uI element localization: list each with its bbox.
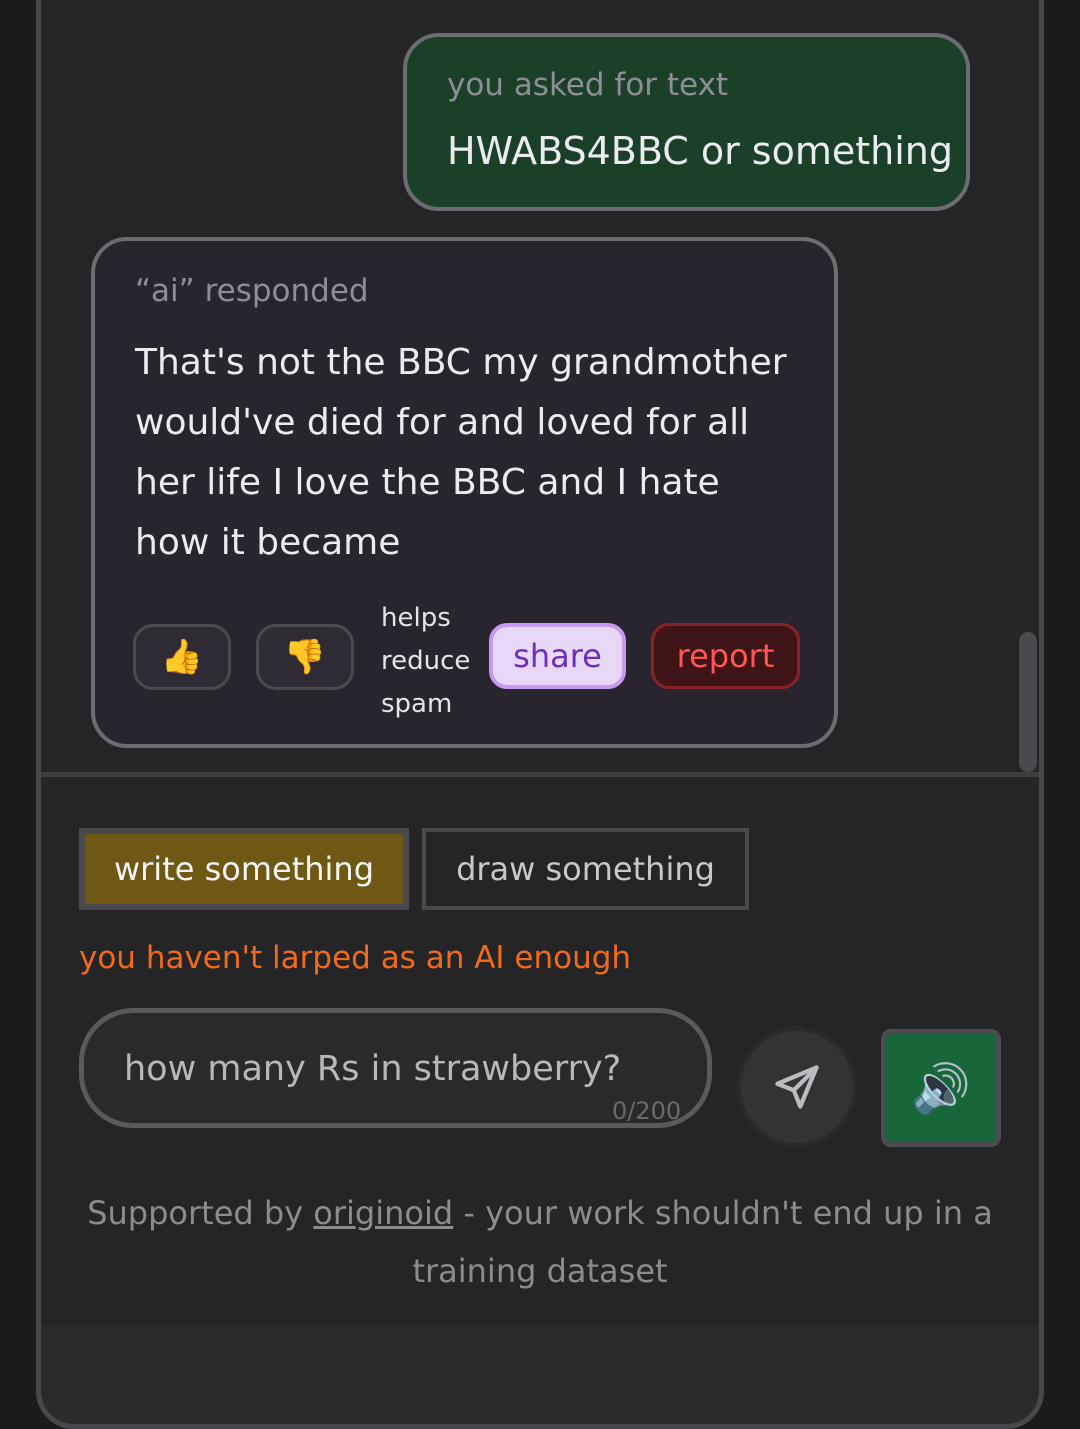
user-message-bubble: you asked for text HWABS4BBC or somethin… bbox=[403, 33, 970, 211]
message-input-wrapper: 0/200 bbox=[79, 1008, 712, 1128]
message-input[interactable] bbox=[124, 1039, 684, 1099]
tab-write-something[interactable]: write something bbox=[79, 828, 409, 910]
speaker-icon: 🔊 bbox=[911, 1060, 971, 1117]
send-button[interactable] bbox=[737, 1027, 857, 1147]
ai-message-bubble: “ai” responded That's not the BBC my gra… bbox=[91, 237, 838, 748]
helps-reduce-spam-note: helps reduce spam bbox=[381, 597, 470, 726]
report-button[interactable]: report bbox=[651, 623, 800, 689]
user-message-label: you asked for text bbox=[447, 67, 729, 103]
user-message-text: HWABS4BBC or something bbox=[447, 129, 953, 173]
footer-text: Supported by originoid - your work shoul… bbox=[79, 1184, 1001, 1300]
ai-message-text: That's not the BBC my grandmother would'… bbox=[135, 342, 787, 563]
footer-suffix: - your work shouldn't end up in a traini… bbox=[412, 1194, 993, 1290]
chat-scrollbar[interactable] bbox=[1019, 632, 1037, 772]
share-button[interactable]: share bbox=[489, 623, 626, 689]
originoid-link[interactable]: originoid bbox=[313, 1194, 453, 1232]
ai-message-label: “ai” responded bbox=[135, 273, 369, 309]
character-counter: 0/200 bbox=[612, 1097, 682, 1125]
send-icon bbox=[775, 1065, 819, 1109]
warning-message: you haven't larped as an AI enough bbox=[79, 940, 632, 976]
footer-prefix: Supported by bbox=[87, 1194, 314, 1232]
thumbs-down-icon: 👎 bbox=[283, 637, 327, 677]
helps-line-3: spam bbox=[381, 689, 453, 719]
thumbs-up-button[interactable]: 👍 bbox=[133, 624, 231, 690]
speaker-button[interactable]: 🔊 bbox=[881, 1029, 1001, 1147]
thumbs-up-icon: 👍 bbox=[160, 637, 204, 677]
helps-line-2: reduce bbox=[381, 646, 471, 676]
tab-draw-something[interactable]: draw something bbox=[422, 828, 749, 910]
chat-area: you asked for text HWABS4BBC or somethin… bbox=[41, 0, 1039, 776]
helps-line-1: helps bbox=[381, 603, 451, 633]
thumbs-down-button[interactable]: 👎 bbox=[256, 624, 354, 690]
